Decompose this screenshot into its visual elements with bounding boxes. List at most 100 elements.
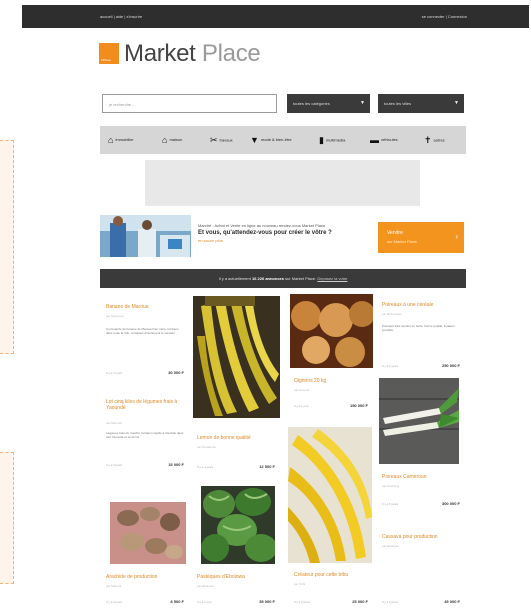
listing-title[interactable]: Arachide de production (106, 574, 157, 580)
listing-photo[interactable] (193, 296, 280, 418)
promo-text: Marché : Achat et Vente en ligne au nouv… (198, 223, 374, 243)
listing-date: Il y a 6 jours (382, 600, 399, 604)
category-item[interactable]: ✂ travaux (210, 135, 233, 145)
listing-price: 150 000 F (349, 403, 368, 408)
category-item[interactable]: ⌂ immobilier (108, 135, 134, 145)
listing-date: Il y a 3 jours (106, 463, 123, 467)
sell-button-label: Vendre (387, 230, 403, 236)
listing-photo[interactable] (379, 378, 459, 464)
listing-title[interactable]: Cassava pour production (382, 534, 438, 540)
listing-price: 250 000 F (441, 363, 460, 368)
listing-description: Légumes frais du marché, livraison rapid… (106, 431, 184, 439)
listing-card[interactable]: Arachide de production par Maroua Il y a… (100, 496, 190, 610)
listing-price: 35 000 F (259, 599, 275, 604)
hammer-icon: ✝ (424, 135, 432, 145)
top-links-left[interactable]: accueil | aide | s'inscrire (100, 14, 142, 19)
chevron-right-icon: › (455, 232, 458, 241)
device-icon: ▮ (319, 135, 324, 145)
listing-location: par Garoua (294, 388, 310, 392)
top-links-right[interactable]: se connecter | Connexion (422, 14, 467, 19)
listing-card[interactable]: Lot cinq kilos de légumes frais à Yaound… (100, 395, 190, 473)
listing-photo[interactable] (288, 427, 372, 563)
logo-word-place: Place (195, 40, 261, 67)
category-select[interactable]: toutes les catégories ▼ (287, 94, 370, 113)
house-icon: ⌂ (108, 135, 114, 145)
listing-date: Il y a 4 jours (197, 465, 214, 469)
category-label: mode & bien-être (260, 137, 292, 143)
listing-counter-bar: Il y a actuellement 16 226 annonces sur … (100, 269, 466, 288)
category-item[interactable]: ▬ véhicules (370, 135, 398, 145)
category-item[interactable]: ✝ autres (424, 135, 445, 145)
search-input[interactable]: je recherche... (102, 94, 277, 113)
listing-price: 15 000 F (168, 462, 184, 467)
promo-image (100, 215, 191, 257)
listing-location: par Ngoumou (106, 314, 125, 318)
listing-photo[interactable] (110, 502, 186, 564)
category-select-value: toutes les catégories (293, 101, 330, 106)
category-label: multimédia (325, 137, 346, 143)
listing-location: par Ebolowa (382, 544, 399, 548)
listing-location: par Bafoussam (382, 312, 403, 316)
listing-card[interactable]: Créateur pour cette tribu par Kribi Il y… (288, 566, 374, 610)
sidebar-tab-bottom[interactable] (0, 452, 14, 584)
listing-photo[interactable] (201, 486, 275, 564)
listing-title[interactable]: Poireaux Cameroun (382, 474, 426, 480)
category-label: immobilier (115, 137, 134, 143)
advertisement-placeholder (145, 160, 420, 206)
category-item[interactable]: ▮ multimédia (319, 135, 345, 145)
listing-card[interactable]: Poireaux Cameroun par Dschang Il y a 5 j… (376, 468, 466, 518)
promo-link[interactable]: en savoir plus (198, 238, 374, 243)
listing-title[interactable]: Banane de Maroua (106, 304, 149, 310)
counter-count: 16 226 annonces (251, 276, 284, 281)
listing-card[interactable]: Oignons 20 kg par Garoua Il y a 1 jour 1… (288, 370, 374, 420)
listing-title[interactable]: Poireaux à une céréale (382, 302, 433, 308)
listing-title[interactable]: Pastèques d'Ebolowa (197, 574, 245, 580)
category-item[interactable]: ▼ mode & bien-être (250, 135, 292, 145)
listing-date: Il y a 5 jours (382, 502, 399, 506)
listing-photo[interactable] (290, 294, 373, 368)
home-icon: ⌂ (162, 135, 168, 145)
chevron-down-icon: ▼ (360, 100, 365, 106)
listing-location: par Dschang (382, 484, 400, 488)
logo-icon[interactable]: MPlace (99, 43, 119, 64)
listing-price: 30 000 F (168, 370, 184, 375)
listing-location: par Mfoundi (106, 421, 122, 425)
city-select[interactable]: toutes les villes ▼ (378, 94, 464, 113)
listing-description: Poireaux frais vendus en botte, bonne qu… (382, 324, 455, 332)
listing-date: Il y a 1 jour (294, 404, 309, 408)
listing-title[interactable]: Oignons 20 kg (294, 378, 326, 384)
counter-prefix: Il y a actuellement (218, 276, 252, 281)
listing-price: 45 000 F (444, 599, 460, 604)
category-label: autres (433, 137, 445, 143)
listing-date: Il y a 2 jours (106, 371, 123, 375)
listing-location: par Kribi (294, 582, 306, 586)
listing-location: par Maroua (106, 584, 122, 588)
logo-word-market: Market (124, 40, 196, 67)
listing-card[interactable]: Poireaux à une céréale par Bafoussam Poi… (376, 296, 466, 374)
listing-location: par Ebolowa (197, 584, 214, 588)
listing-card[interactable]: Banane de Maroua par Ngoumou Commande de… (100, 297, 190, 385)
listing-date: Il y a 2 jours (382, 364, 399, 368)
top-navigation-bar: accueil | aide | s'inscrire se connecter… (22, 5, 529, 28)
sidebar-tab-top[interactable] (0, 140, 14, 354)
site-logo[interactable]: Market Place (124, 40, 261, 68)
listing-price: 12 500 F (259, 464, 275, 469)
promo-question: Et vous, qu'attendez-vous pour créer le … (198, 230, 332, 236)
listing-price: 25 000 F (352, 599, 368, 604)
sell-button-sublabel: sur Market Place (387, 239, 418, 244)
listing-title[interactable]: Créateur pour cette tribu (294, 572, 348, 578)
post-ad-link[interactable]: Deposez la votre (317, 276, 347, 281)
category-item[interactable]: ⌂ maison (162, 135, 182, 145)
listing-title[interactable]: Lemon de bonne qualité (197, 435, 251, 441)
tools-icon: ✂ (210, 135, 218, 145)
category-label: travaux (219, 137, 233, 143)
sell-button[interactable]: Vendre sur Market Place › (378, 222, 464, 253)
category-label: maison (169, 137, 183, 143)
city-select-value: toutes les villes (384, 101, 412, 106)
listing-description: Commande de banane de Maroua bien mûre, … (106, 327, 179, 335)
listing-date: Il y a 1 jour (197, 600, 212, 604)
listing-card[interactable]: Pastèques d'Ebolowa par Ebolowa Il y a 1… (191, 568, 281, 610)
listing-card[interactable]: Lemon de bonne qualité par Douala 3e Il … (191, 425, 281, 475)
listing-title[interactable]: Lot cinq kilos de légumes frais à Yaound… (106, 399, 186, 411)
listing-card[interactable]: Cassava pour production par Ebolowa Il y… (376, 528, 466, 610)
